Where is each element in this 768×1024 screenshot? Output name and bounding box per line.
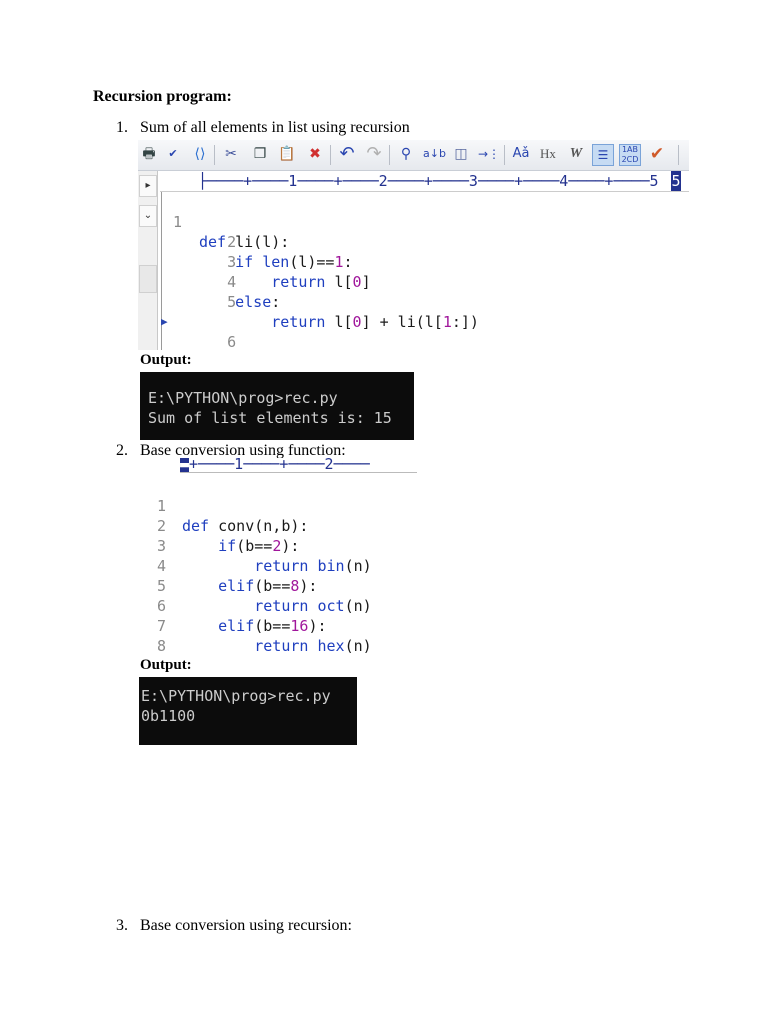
code-line: 2 if len(l)==1: (160, 212, 352, 271)
find-icon[interactable]: ⚲ (396, 144, 416, 164)
terminal-line: 0b1100 (141, 707, 196, 725)
word-wrap-icon[interactable]: W (566, 144, 586, 164)
goto-icon[interactable]: →⋮ (478, 144, 500, 164)
terminal-line: E:\PYTHON\prog>rec.py (148, 389, 338, 407)
find-in-files-icon[interactable]: ◫ (451, 144, 471, 164)
line-number: 6 (227, 333, 237, 350)
ruler-cursor: 5 (671, 171, 681, 191)
undo-icon[interactable]: ↶ (337, 144, 357, 164)
code-line: 7 return hex(n) (140, 596, 417, 654)
code-line: 1 def li(l): (160, 192, 289, 251)
font-icon[interactable]: Aǎ (511, 144, 531, 164)
code-line: 4 elif(b==8): (140, 536, 417, 595)
terminal-line: Sum of list elements is: 15 (148, 409, 392, 427)
code-area[interactable]: 1 def li(l): 2 if len(l)==1: 3 return l[… (160, 192, 689, 350)
copy-icon[interactable]: ❐ (250, 144, 270, 164)
code-line: 4 else: (160, 252, 280, 311)
output-label-2: Output: (140, 657, 192, 673)
code-line: 9 (140, 636, 417, 654)
output-label-1: Output: (140, 352, 192, 368)
code-line: 3 return bin(n) (140, 516, 417, 575)
expand-arrow-icon[interactable]: ▸ (139, 175, 157, 197)
list-item-3: 3. Base conversion using recursion: (116, 917, 516, 937)
terminal-output-2: E:\PYTHON\prog>rec.py 0b1100 (139, 677, 357, 745)
redo-icon[interactable]: ↷ (364, 144, 384, 164)
code-line: 5 return l[0] + li(l[1:]) (160, 272, 479, 331)
code-editor-screenshot-1: 🖶 ✔ ⟨⟩ ✂ ❐ 📋 ✖ ↶ ↷ ⚲ a↓b ◫ →⋮ Aǎ Hx W ☰ … (138, 140, 689, 350)
chevron-down-icon[interactable]: ⌄ (139, 205, 157, 227)
list-item-number: 2. (116, 442, 128, 459)
line-number: 2 (227, 233, 237, 251)
list-item-text: Sum of all elements in list using recurs… (140, 119, 410, 136)
code-line: 8 print(conv(12,2)) (140, 616, 417, 654)
code-line: ▶ 6 print("Sum of list elements is:",li(… (160, 292, 236, 350)
line-number: 4 (227, 273, 237, 291)
list-item-number: 3. (116, 917, 128, 934)
cut-icon[interactable]: ✂ (221, 144, 241, 164)
code-line: 6 elif(b==16): (140, 576, 417, 635)
paste-icon[interactable]: 📋 (277, 144, 297, 164)
code-line: 1 def conv(n,b): (140, 476, 417, 535)
code-line: 2 if(b==2): (140, 496, 417, 555)
code-line: 5 return oct(n) (140, 556, 417, 615)
hex-icon[interactable]: Hx (538, 144, 558, 164)
wrap-icon[interactable]: ⟨⟩ (190, 144, 210, 164)
code-editor-screenshot-2: ▬+────1────+────2──── 1 def conv(n,b): 2… (140, 458, 417, 654)
ruler-cursor: ▬ (180, 458, 190, 472)
terminal-line: E:\PYTHON\prog>rec.py (141, 687, 331, 705)
delete-icon[interactable]: ✖ (305, 144, 325, 164)
spellcheck-icon[interactable]: ✔ (163, 144, 183, 164)
list-item-text: Base conversion using recursion: (140, 917, 352, 934)
indent-icon[interactable]: ☰ (592, 144, 614, 166)
list-item-1: 1. Sum of all elements in list using rec… (116, 119, 516, 139)
ruler-text: ├────+────1────+────2────+────3────+────… (198, 172, 659, 190)
current-line-marker-icon: ▶ (161, 315, 168, 328)
terminal-output-1: E:\PYTHON\prog>rec.py Sum of list elemen… (140, 372, 414, 440)
line-number: 5 (227, 293, 237, 311)
editor-side-strip: ▸ ⌄ (138, 171, 158, 350)
page-heading: Recursion program: (93, 88, 232, 105)
scroll-handle[interactable] (139, 265, 157, 293)
column-ruler: ▬+────1────+────2──── (180, 458, 417, 473)
line-number: 3 (227, 253, 237, 271)
editor-toolbar: 🖶 ✔ ⟨⟩ ✂ ❐ 📋 ✖ ↶ ↷ ⚲ a↓b ◫ →⋮ Aǎ Hx W ☰ … (138, 140, 689, 171)
print-icon[interactable]: 🖶 (139, 144, 159, 164)
checkmark-icon[interactable]: ✔ (647, 144, 667, 164)
sort-icon[interactable]: 1AB 2CD (619, 144, 641, 166)
replace-icon[interactable]: a↓b (423, 144, 446, 164)
ruler-text: +────1────+────2──── (189, 458, 370, 473)
code-line: 3 return l[0] (160, 232, 370, 291)
column-ruler: ├────+────1────+────2────+────3────+────… (160, 171, 689, 192)
list-item-number: 1. (116, 119, 128, 136)
